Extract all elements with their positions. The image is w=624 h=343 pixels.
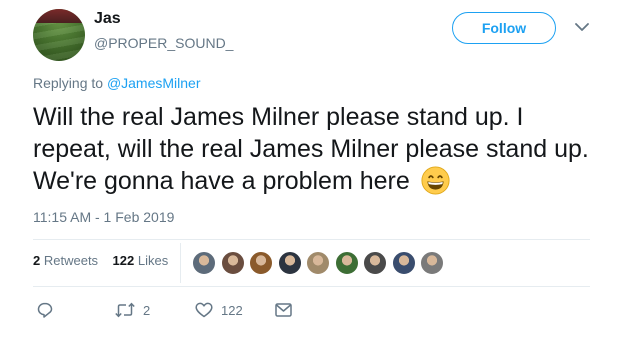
retweet-button[interactable]: 2: [115, 298, 150, 322]
envelope-icon: [275, 303, 292, 317]
reply-button[interactable]: [37, 298, 53, 322]
liker-avatar[interactable]: [420, 251, 444, 275]
liker-avatar[interactable]: [363, 251, 387, 275]
liker-avatar[interactable]: [334, 251, 359, 275]
liker-avatar[interactable]: [277, 251, 302, 275]
heart-icon: [195, 302, 213, 318]
user-handle[interactable]: @PROPER_SOUND_: [94, 35, 233, 51]
avatar[interactable]: [33, 9, 85, 61]
replying-to: Replying to @JamesMilner: [33, 75, 201, 91]
retweets-count[interactable]: 2: [33, 253, 40, 268]
like-count: 122: [221, 302, 243, 318]
liker-avatar[interactable]: [192, 251, 216, 275]
likes-label[interactable]: Likes: [138, 253, 168, 268]
grinning-face-emoji-icon: [421, 166, 450, 195]
direct-message-button[interactable]: [275, 298, 292, 322]
liker-avatar[interactable]: [391, 251, 416, 275]
mention-link[interactable]: @JamesMilner: [107, 75, 201, 91]
liker-avatar[interactable]: [220, 251, 245, 275]
tweet-text: Will the real James Milner please stand …: [33, 101, 603, 197]
stats-separator: [180, 243, 181, 283]
display-name[interactable]: Jas: [94, 10, 121, 28]
reply-icon: [37, 302, 53, 318]
retweet-count: 2: [143, 302, 151, 318]
replying-to-label: Replying to: [33, 75, 107, 91]
divider-bottom: [33, 286, 590, 287]
like-button[interactable]: 122: [195, 298, 243, 322]
divider-top: [33, 239, 590, 240]
retweet-icon: [115, 302, 135, 318]
engagement-stats: 2 Retweets 122 Likes: [33, 253, 168, 268]
follow-button[interactable]: Follow: [452, 12, 556, 44]
liker-avatar[interactable]: [249, 251, 273, 275]
liker-avatar[interactable]: [306, 251, 330, 275]
likes-count[interactable]: 122: [113, 253, 135, 268]
chevron-down-icon[interactable]: [575, 22, 589, 32]
retweets-label[interactable]: Retweets: [44, 253, 98, 268]
tweet-body: Will the real James Milner please stand …: [33, 103, 589, 195]
timestamp[interactable]: 11:15 AM - 1 Feb 2019: [33, 209, 174, 225]
